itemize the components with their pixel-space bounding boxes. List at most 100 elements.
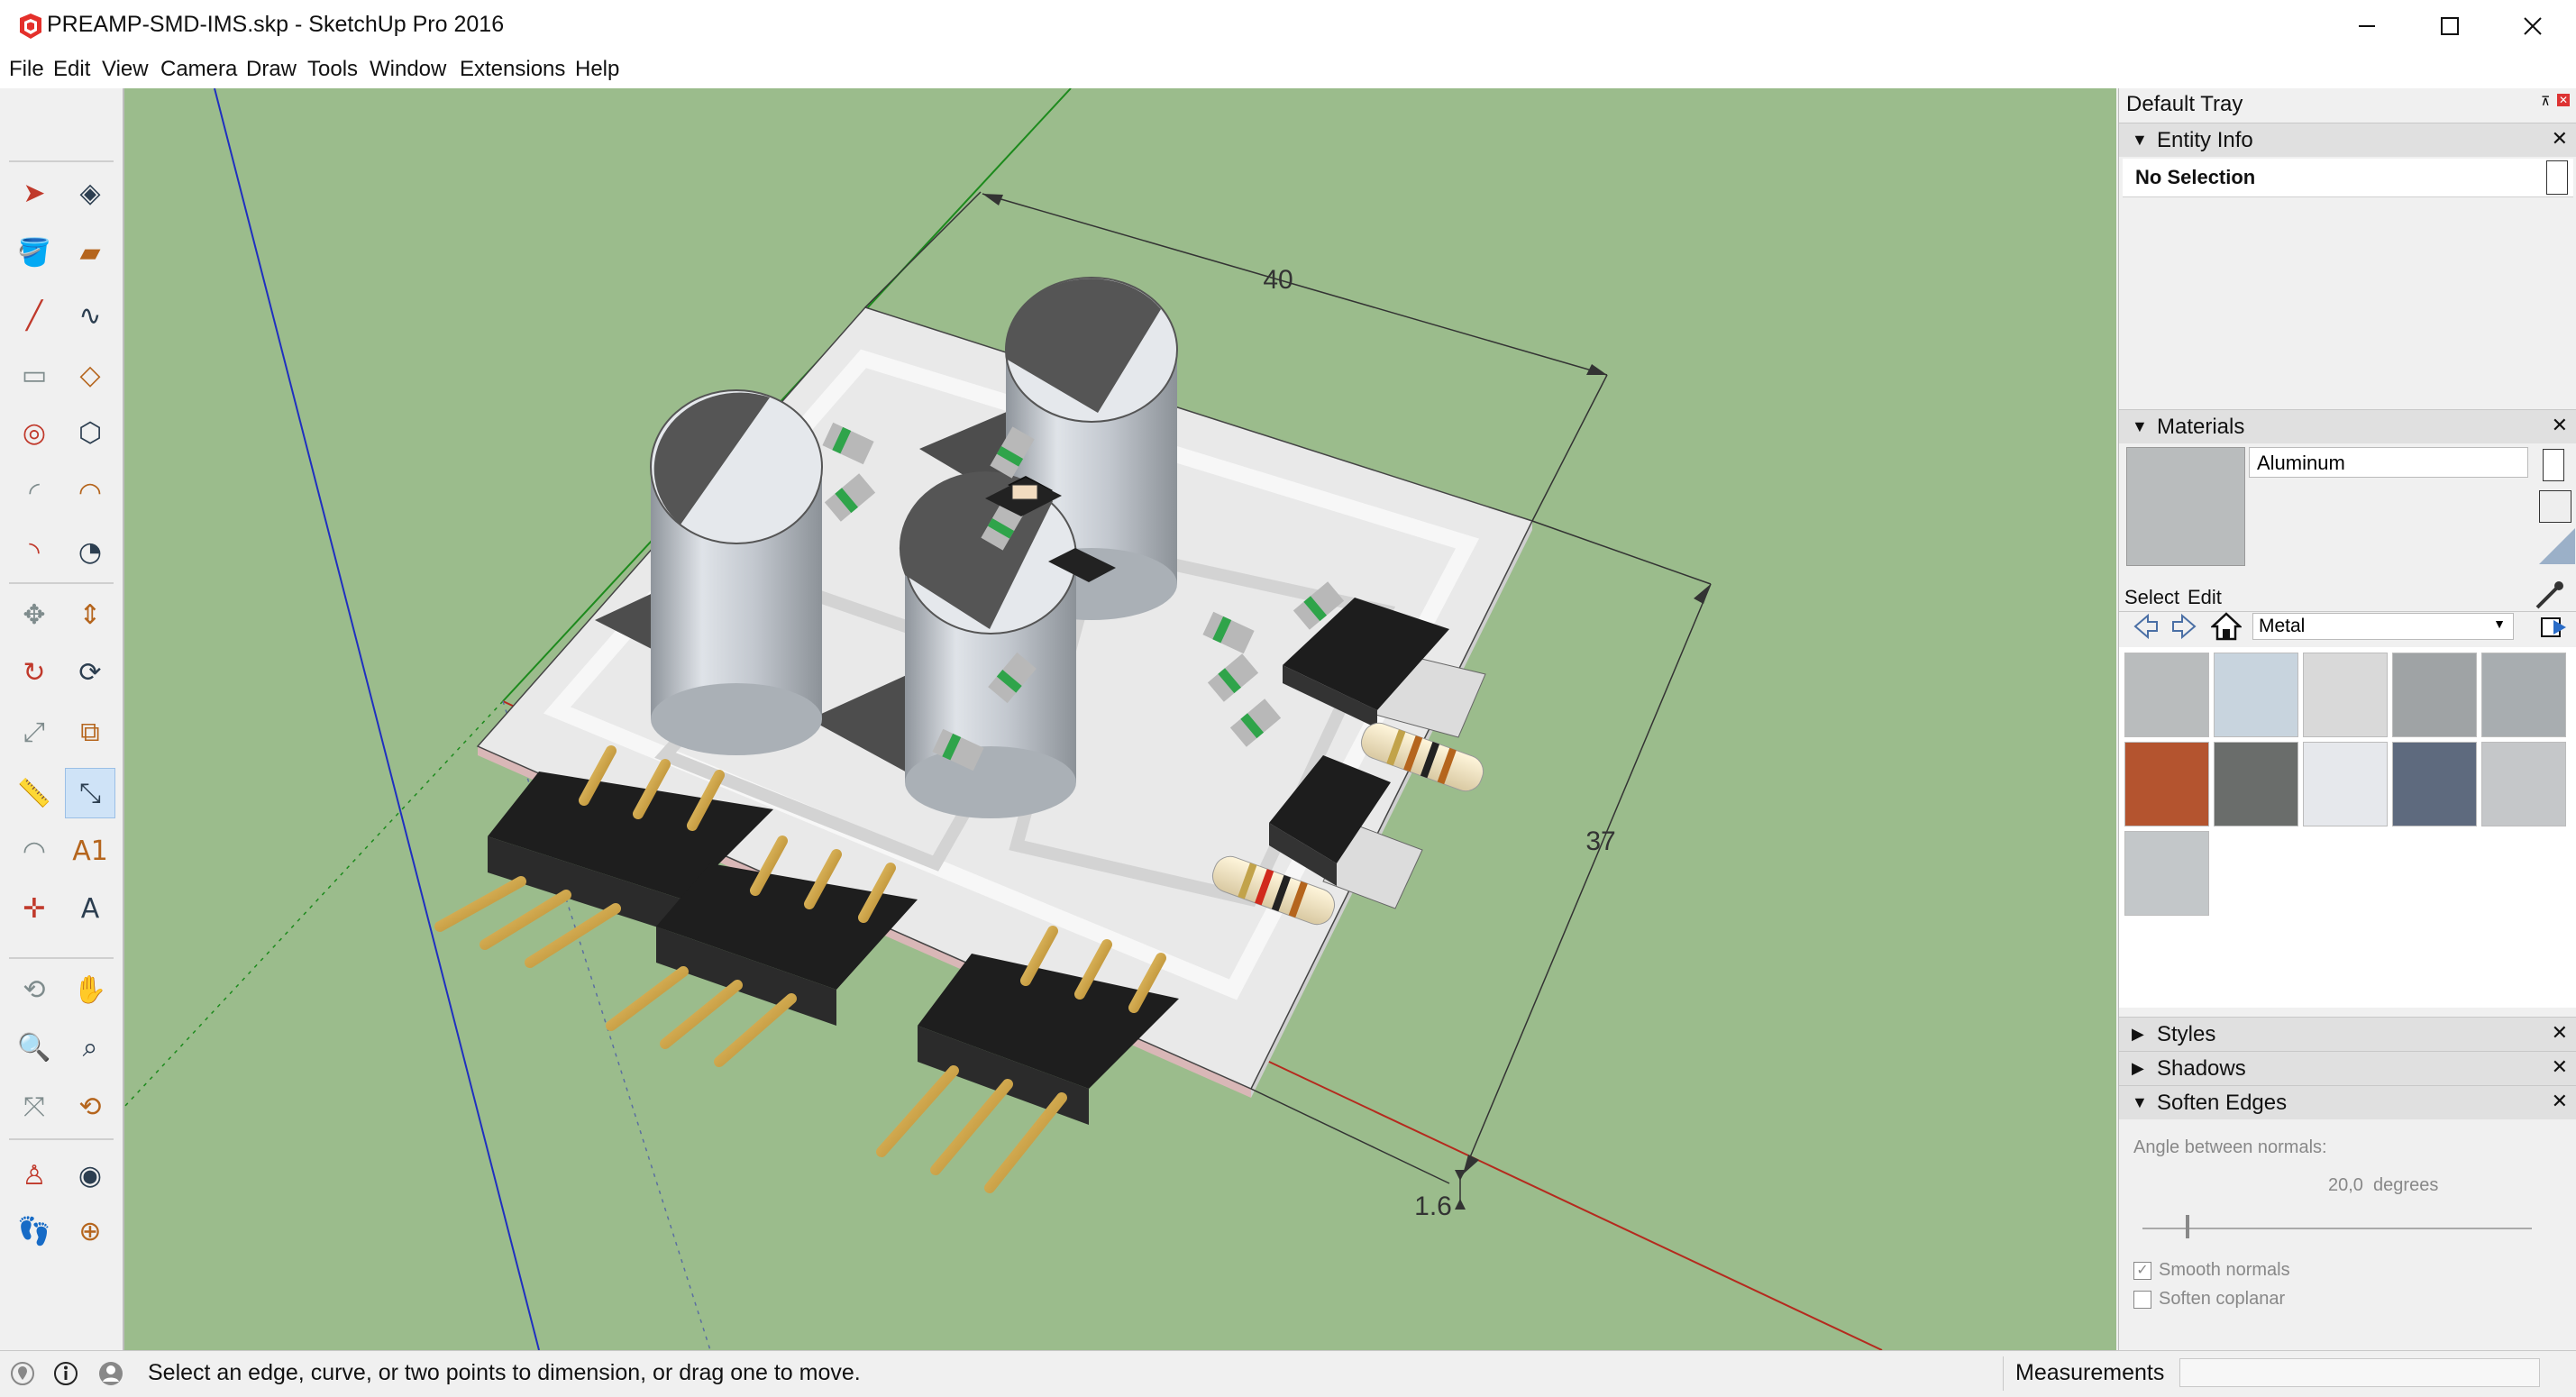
- position-camera-icon[interactable]: ♙: [9, 1150, 59, 1201]
- details-arrow-icon[interactable]: [2539, 613, 2570, 644]
- previous-view-icon[interactable]: ⟲: [65, 1082, 115, 1132]
- panel-close-icon[interactable]: ✕: [2552, 1090, 2568, 1113]
- rotate-icon[interactable]: ↻: [9, 647, 59, 698]
- dimension-icon[interactable]: ⤡: [65, 768, 115, 818]
- 3d-text-icon[interactable]: A: [65, 883, 115, 934]
- section-plane-icon[interactable]: ⊕: [65, 1206, 115, 1256]
- select-icon[interactable]: ➤: [9, 168, 59, 218]
- rotated-rectangle-icon[interactable]: ◇: [65, 350, 115, 400]
- info-icon[interactable]: [52, 1360, 79, 1387]
- eyedropper-icon[interactable]: [2534, 580, 2564, 611]
- angle-slider-thumb[interactable]: [2185, 1215, 2189, 1238]
- material-swatch[interactable]: [2481, 653, 2566, 737]
- zoom-window-icon[interactable]: ⌕: [65, 1022, 115, 1073]
- zoom-extents-icon[interactable]: ⤧: [9, 1082, 59, 1132]
- axes-icon[interactable]: ✛: [9, 883, 59, 934]
- walk-icon[interactable]: 👣: [9, 1206, 59, 1256]
- tab-divider: [2119, 611, 2576, 612]
- look-around-icon[interactable]: ◉: [65, 1150, 115, 1201]
- panel-close-icon[interactable]: ✕: [2552, 1021, 2568, 1045]
- offset-icon[interactable]: ⧉: [65, 707, 115, 757]
- status-divider: [2003, 1356, 2004, 1391]
- menu-extensions[interactable]: Extensions: [460, 57, 565, 82]
- orbit-icon[interactable]: ⟲: [9, 964, 59, 1015]
- soften-coplanar-checkbox[interactable]: [2133, 1291, 2151, 1309]
- scale-icon[interactable]: ⤢: [9, 707, 59, 757]
- menu-help[interactable]: Help: [575, 57, 619, 82]
- move-icon[interactable]: ✥: [9, 589, 59, 640]
- electrolytic-capacitor: [899, 471, 1077, 818]
- freehand-icon[interactable]: ∿: [65, 290, 115, 341]
- pie-icon[interactable]: ◔: [65, 526, 115, 577]
- minimize-button[interactable]: [2325, 0, 2408, 52]
- material-swatch[interactable]: [2303, 653, 2388, 737]
- make-component-icon[interactable]: ◈: [65, 168, 115, 218]
- shadows-header[interactable]: ▶ Shadows ✕: [2119, 1051, 2576, 1085]
- material-name-field[interactable]: Aluminum: [2249, 447, 2528, 478]
- panel-close-icon[interactable]: ✕: [2552, 414, 2568, 437]
- styles-header[interactable]: ▶ Styles ✕: [2119, 1017, 2576, 1051]
- material-swatch[interactable]: [2124, 653, 2209, 737]
- menu-edit[interactable]: Edit: [53, 57, 90, 82]
- model-viewport[interactable]: 40 37 1.6: [124, 88, 2116, 1350]
- line-icon[interactable]: ╱: [9, 290, 59, 341]
- forward-icon[interactable]: [2171, 613, 2198, 640]
- menu-view[interactable]: View: [102, 57, 149, 82]
- pan-icon[interactable]: ✋: [65, 964, 115, 1015]
- geo-location-icon[interactable]: [9, 1360, 36, 1387]
- back-icon[interactable]: [2132, 613, 2159, 640]
- text-icon[interactable]: A1: [65, 826, 115, 876]
- rectangle-icon[interactable]: ▭: [9, 350, 59, 400]
- material-swatch[interactable]: [2392, 653, 2477, 737]
- soften-edges-header[interactable]: ▼ Soften Edges ✕: [2119, 1085, 2576, 1119]
- protractor-icon[interactable]: ◠: [9, 826, 59, 876]
- green-axis-negative: [124, 700, 504, 1108]
- follow-me-icon[interactable]: ⟳: [65, 647, 115, 698]
- smooth-normals-checkbox[interactable]: ✓: [2133, 1262, 2151, 1280]
- materials-header[interactable]: ▼ Materials ✕: [2119, 409, 2576, 443]
- maximize-button[interactable]: [2408, 0, 2491, 52]
- menu-camera[interactable]: Camera: [160, 57, 237, 82]
- user-account-icon[interactable]: [97, 1360, 124, 1387]
- entity-info-header[interactable]: ▼ Entity Info ✕: [2119, 123, 2576, 157]
- tab-select[interactable]: Select: [2124, 586, 2179, 609]
- polygon-icon[interactable]: ⬡: [65, 407, 115, 458]
- three-point-arc-icon[interactable]: ◝: [9, 526, 59, 577]
- collapse-arrow-icon: ▶: [2132, 1025, 2144, 1043]
- menu-window[interactable]: Window: [370, 57, 446, 82]
- line-icon-glyph: ╱: [25, 299, 43, 332]
- menu-file[interactable]: File: [9, 57, 44, 82]
- three-point-arc-icon-glyph: ◝: [29, 535, 40, 568]
- material-swatch[interactable]: [2124, 831, 2209, 916]
- menu-draw[interactable]: Draw: [246, 57, 297, 82]
- create-material-icon[interactable]: [2543, 449, 2564, 481]
- circle-icon[interactable]: ◎: [9, 407, 59, 458]
- material-swatch[interactable]: [2214, 653, 2298, 737]
- menu-tools[interactable]: Tools: [307, 57, 358, 82]
- tab-edit[interactable]: Edit: [2188, 586, 2222, 609]
- material-swatch[interactable]: [2214, 742, 2298, 826]
- tape-measure-icon[interactable]: 📏: [9, 768, 59, 818]
- arc-icon[interactable]: ◜: [9, 467, 59, 517]
- sample-paint-icon[interactable]: [2539, 490, 2571, 523]
- angle-slider-track[interactable]: [2142, 1228, 2532, 1229]
- eraser-icon[interactable]: ▰: [65, 227, 115, 278]
- pin-icon[interactable]: ⊼: [2541, 94, 2553, 108]
- material-library-select[interactable]: Metal ▼: [2252, 613, 2514, 640]
- material-swatch[interactable]: [2303, 742, 2388, 826]
- zoom-icon[interactable]: 🔍: [9, 1022, 59, 1073]
- close-button[interactable]: [2491, 0, 2574, 52]
- toggle-details-icon[interactable]: [2546, 160, 2568, 195]
- toolbar-separator: [9, 1138, 114, 1140]
- tray-close-icon[interactable]: ✕: [2557, 94, 2570, 106]
- measurements-input[interactable]: [2179, 1358, 2540, 1387]
- material-swatch[interactable]: [2392, 742, 2477, 826]
- home-icon[interactable]: [2211, 611, 2242, 642]
- push-pull-icon[interactable]: ⇕: [65, 589, 115, 640]
- material-swatch[interactable]: [2481, 742, 2566, 826]
- paint-bucket-icon[interactable]: 🪣: [9, 227, 59, 278]
- two-point-arc-icon[interactable]: ◠: [65, 467, 115, 517]
- panel-close-icon[interactable]: ✕: [2552, 1055, 2568, 1079]
- panel-close-icon[interactable]: ✕: [2552, 127, 2568, 151]
- material-swatch[interactable]: [2124, 742, 2209, 826]
